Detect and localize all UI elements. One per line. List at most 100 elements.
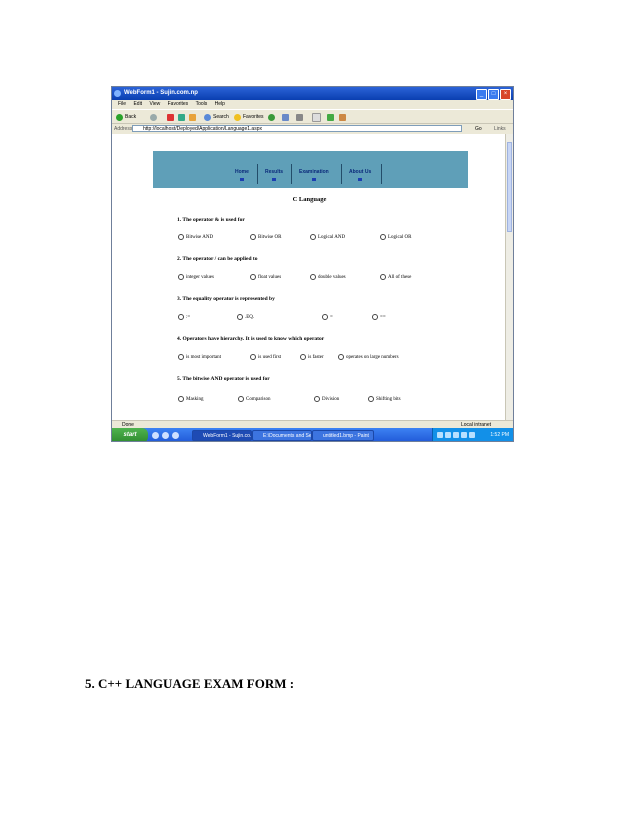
back-button[interactable]: Back: [116, 113, 136, 121]
radio-icon: [250, 274, 256, 280]
radio-icon: [380, 274, 386, 280]
option-q1-d[interactable]: Logical OR: [380, 234, 411, 240]
mail-icon: [282, 113, 289, 121]
radio-icon: [338, 354, 344, 360]
tray-icon[interactable]: [453, 432, 459, 438]
stop-icon: [167, 113, 174, 121]
menu-favorites[interactable]: Favorites: [168, 101, 189, 107]
section-caption: 5. C++ LANGUAGE EXAM FORM :: [85, 676, 295, 691]
forward-button[interactable]: [150, 113, 157, 121]
option-q5-b[interactable]: Comparison: [238, 396, 270, 402]
option-q4-d[interactable]: operates on large numbers: [338, 354, 399, 360]
menu-view[interactable]: View: [149, 101, 160, 107]
task-paint[interactable]: untitled1.bmp - Paint: [312, 430, 374, 441]
tray-icon[interactable]: [437, 432, 443, 438]
option-q1-b[interactable]: Bitwise OR: [250, 234, 281, 240]
menu-edit[interactable]: Edit: [133, 101, 142, 107]
option-q2-d[interactable]: All of these: [380, 274, 411, 280]
links-button[interactable]: Links: [494, 124, 506, 134]
back-arrow-icon: [116, 113, 123, 121]
mail-button[interactable]: [282, 113, 289, 121]
go-button[interactable]: Go: [475, 125, 482, 133]
option-q5-d[interactable]: Shifting bits: [368, 396, 401, 402]
ie-icon: [114, 90, 121, 97]
option-q3-b[interactable]: .EQ.: [237, 314, 254, 320]
star-icon: [234, 113, 241, 121]
minimize-button[interactable]: _: [476, 89, 487, 100]
nav-divider: [291, 164, 292, 184]
ie-launch-icon[interactable]: [152, 432, 159, 439]
outlook-launch-icon[interactable]: [162, 432, 169, 439]
option-q5-a[interactable]: Masking: [178, 396, 204, 402]
option-q4-c[interactable]: is faster: [300, 354, 324, 360]
clock: 1:52 PM: [490, 432, 509, 438]
option-q3-a[interactable]: :=: [178, 314, 190, 320]
address-bar: Address http://localhost/Deployed/Applic…: [112, 123, 513, 134]
search-button[interactable]: Search: [204, 113, 229, 121]
question-2: 2. The operator / can be applied to: [177, 256, 258, 262]
question-4: 4. Operators have hierarchy. It is used …: [177, 336, 325, 342]
scrollbar-thumb[interactable]: [507, 142, 512, 232]
nav-marker-icon: [358, 178, 363, 181]
nav-examination[interactable]: Examination: [299, 169, 329, 181]
browser-screenshot: WebForm1 - Sujin.com.np _ □ × File Edit …: [111, 86, 514, 442]
nav-results[interactable]: Results: [265, 169, 283, 181]
option-q3-d[interactable]: ==: [372, 314, 386, 320]
tray-icon[interactable]: [445, 432, 451, 438]
start-button[interactable]: start: [112, 428, 148, 441]
messenger-button[interactable]: [327, 113, 334, 121]
option-q4-a[interactable]: is most important: [178, 354, 221, 360]
print-icon: [296, 113, 303, 121]
refresh-icon: [178, 113, 185, 121]
option-q1-c[interactable]: Logical AND: [310, 234, 345, 240]
menu-tools[interactable]: Tools: [196, 101, 208, 107]
radio-icon: [178, 354, 184, 360]
radio-icon: [310, 274, 316, 280]
option-q2-c[interactable]: double values: [310, 274, 346, 280]
nav-home[interactable]: Home: [235, 169, 249, 181]
radio-icon: [238, 396, 244, 402]
radio-icon: [314, 396, 320, 402]
task-webform[interactable]: WebForm1 - Sujin.co...: [192, 430, 252, 441]
stop-button[interactable]: [167, 113, 174, 121]
vertical-scrollbar[interactable]: [505, 134, 513, 420]
option-q3-c[interactable]: =: [322, 314, 333, 320]
history-icon: [268, 113, 275, 121]
option-q1-a[interactable]: Bitwise AND: [178, 234, 213, 240]
nav-marker-icon: [239, 178, 244, 181]
tray-icon[interactable]: [461, 432, 467, 438]
research-icon: [339, 113, 346, 121]
toolbar: Back Search Favorites: [112, 109, 513, 124]
nav-divider: [381, 164, 382, 184]
radio-icon: [178, 314, 184, 320]
nav-about-us[interactable]: About Us: [349, 169, 371, 181]
address-input[interactable]: http://localhost/Deployed/Application/La…: [132, 125, 462, 132]
option-q5-c[interactable]: Division: [314, 396, 339, 402]
question-1: 1. The operator & is used for: [177, 217, 245, 223]
menu-help[interactable]: Help: [215, 101, 225, 107]
page-viewport: Home Results Examination About Us C Lang…: [112, 134, 507, 420]
edit-button[interactable]: [312, 112, 321, 122]
question-3: 3. The equality operator is represented …: [177, 296, 275, 302]
radio-icon: [250, 234, 256, 240]
radio-icon: [237, 314, 243, 320]
option-q2-b[interactable]: float values: [250, 274, 281, 280]
task-documents[interactable]: E:\Documents and Se...: [252, 430, 312, 441]
print-button[interactable]: [296, 113, 303, 121]
home-button[interactable]: [189, 113, 196, 121]
option-q2-a[interactable]: integer values: [178, 274, 214, 280]
close-button[interactable]: ×: [500, 89, 511, 100]
tray-icon[interactable]: [469, 432, 475, 438]
maximize-button[interactable]: □: [488, 89, 499, 100]
refresh-button[interactable]: [178, 113, 185, 121]
history-button[interactable]: [268, 113, 275, 121]
menu-file[interactable]: File: [118, 101, 126, 107]
messenger-icon: [327, 113, 334, 121]
nav-divider: [257, 164, 258, 184]
nav-marker-icon: [272, 178, 277, 181]
favorites-button[interactable]: Favorites: [234, 113, 264, 121]
radio-icon: [322, 314, 328, 320]
media-launch-icon[interactable]: [172, 432, 179, 439]
option-q4-b[interactable]: is used first: [250, 354, 281, 360]
research-button[interactable]: [339, 113, 346, 121]
